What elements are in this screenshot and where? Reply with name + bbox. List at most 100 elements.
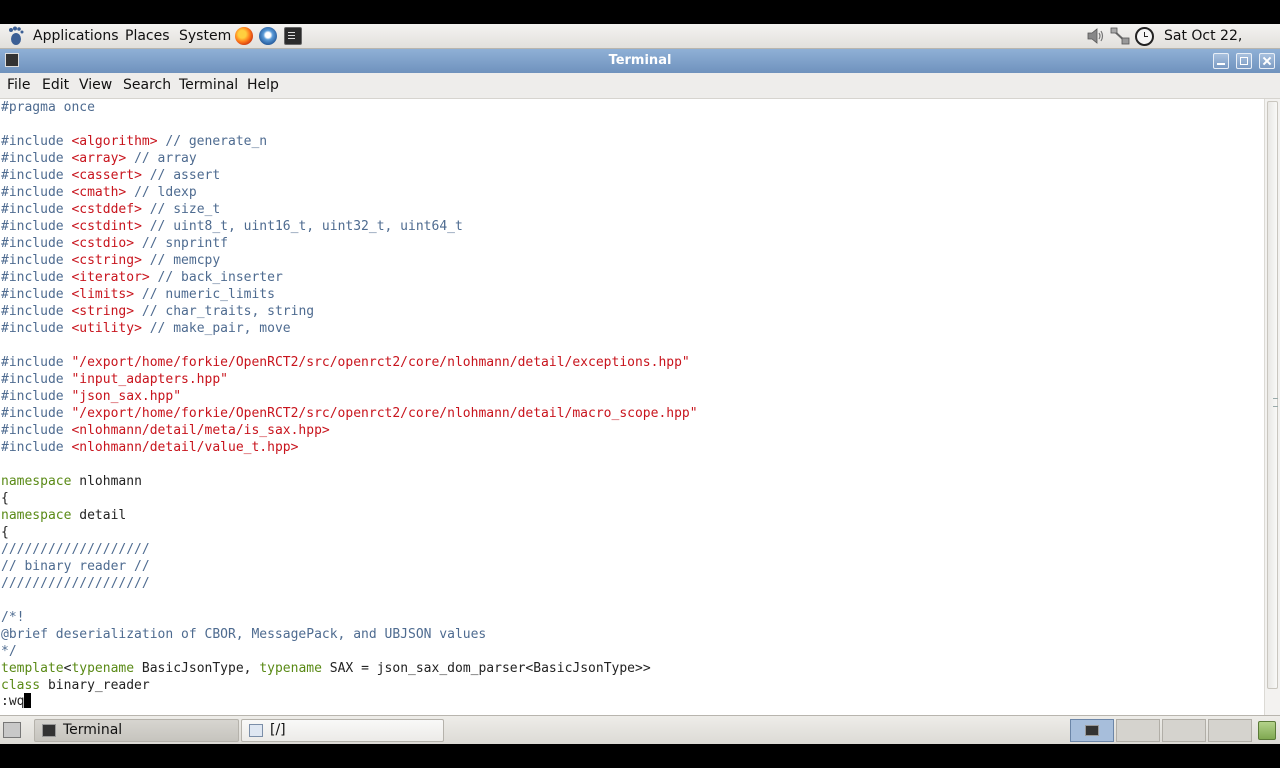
network-icon[interactable] — [1110, 27, 1130, 45]
task-label: Terminal — [63, 722, 123, 738]
menu-file[interactable]: File — [7, 77, 30, 93]
scrollbar-thumb[interactable] — [1267, 101, 1278, 689]
code-token: #include — [1, 168, 72, 183]
code-token: #include — [1, 440, 72, 455]
code-line: // binary reader // — [1, 558, 150, 575]
menu-terminal[interactable]: Terminal — [179, 77, 238, 93]
code-token: typename — [259, 661, 322, 676]
workspace-4[interactable] — [1208, 719, 1252, 742]
code-token: @brief deserialization of CBOR, MessageP… — [1, 627, 487, 642]
code-token: #include — [1, 134, 72, 149]
menubar: File Edit View Search Terminal Help — [0, 73, 1280, 99]
taskbar-terminal-button[interactable]: Terminal — [34, 719, 239, 742]
folder-icon — [249, 724, 263, 737]
task-label: [/] — [270, 722, 286, 738]
code-token: <nlohmann/detail/value_t.hpp> — [71, 440, 299, 455]
scrollbar-grip — [1273, 398, 1278, 407]
code-token: #include — [1, 304, 72, 319]
window-title: Terminal — [608, 53, 672, 68]
code-token: #include — [1, 423, 72, 438]
code-line: #include "/export/home/forkie/OpenRCT2/s… — [1, 354, 690, 371]
code-line: #include <nlohmann/detail/meta/is_sax.hp… — [1, 422, 330, 439]
workspace-1[interactable] — [1070, 719, 1114, 742]
taskbar-folder-button[interactable]: [/] — [241, 719, 444, 742]
code-token: /////////////////// — [1, 576, 150, 591]
code-token: { — [1, 491, 9, 506]
close-button[interactable] — [1259, 53, 1275, 69]
terminal-window: Terminal File Edit View Search Terminal … — [0, 49, 1280, 715]
code-token: // generate_n — [157, 134, 268, 149]
code-line: { — [1, 490, 9, 507]
code-line: #include <array> // array — [1, 150, 197, 167]
code-token: detail — [71, 508, 127, 523]
workspace-3[interactable] — [1162, 719, 1206, 742]
firefox-icon[interactable] — [235, 27, 253, 45]
window-menu-icon[interactable] — [5, 53, 19, 67]
bottom-letterbox — [0, 744, 1280, 768]
vertical-scrollbar[interactable] — [1264, 99, 1280, 715]
code-token: <algorithm> — [71, 134, 158, 149]
thunderbird-icon[interactable] — [259, 27, 277, 45]
maximize-button[interactable] — [1236, 53, 1252, 69]
code-token: // binary reader // — [1, 559, 150, 574]
code-token: "json_sax.hpp" — [71, 389, 182, 404]
code-token: #include — [1, 185, 72, 200]
code-token: // assert — [141, 168, 221, 183]
code-token: class — [1, 678, 41, 693]
code-token: /////////////////// — [1, 542, 150, 557]
code-token: // make_pair, move — [141, 321, 291, 336]
menu-edit[interactable]: Edit — [42, 77, 69, 93]
code-token: "/export/home/forkie/OpenRCT2/src/openrc… — [71, 406, 698, 421]
code-line: #include "json_sax.hpp" — [1, 388, 181, 405]
code-token: // uint8_t, uint16_t, uint32_t, uint64_t — [141, 219, 463, 234]
places-menu[interactable]: Places — [125, 24, 170, 48]
code-line: */ — [1, 643, 17, 660]
code-line: #include <cstddef> // size_t — [1, 201, 220, 218]
code-token: #include — [1, 202, 72, 217]
code-token: // memcpy — [141, 253, 221, 268]
code-token: // numeric_limits — [134, 287, 275, 302]
minimize-button[interactable] — [1213, 53, 1229, 69]
code-line: namespace nlohmann — [1, 473, 142, 490]
code-token: #include — [1, 151, 72, 166]
terminal-text-area[interactable]: #pragma once #include <algorithm> // gene… — [0, 99, 1264, 715]
top-letterbox — [0, 0, 1280, 24]
text-cursor — [24, 693, 32, 708]
code-line: class binary_reader — [1, 677, 150, 694]
gnome-foot-icon[interactable] — [7, 26, 25, 46]
volume-icon[interactable] — [1086, 27, 1106, 45]
code-token: <nlohmann/detail/meta/is_sax.hpp> — [71, 423, 330, 438]
menu-search[interactable]: Search — [123, 77, 171, 93]
command-text: :wq — [1, 694, 25, 709]
code-line: #include <string> // char_traits, string — [1, 303, 314, 320]
code-line: namespace detail — [1, 507, 126, 524]
applications-menu[interactable]: Applications — [33, 24, 119, 48]
code-token: <array> — [71, 151, 127, 166]
bottom-panel: Terminal [/] — [0, 715, 1280, 744]
code-line: #include <cassert> // assert — [1, 167, 220, 184]
code-line: #include <cmath> // ldexp — [1, 184, 197, 201]
code-token: // array — [126, 151, 197, 166]
code-token: // ldexp — [126, 185, 197, 200]
code-token: <limits> — [71, 287, 135, 302]
workspace-2[interactable] — [1116, 719, 1160, 742]
code-line: #include <utility> // make_pair, move — [1, 320, 291, 337]
code-line: /////////////////// — [1, 541, 150, 558]
code-token: // back_inserter — [149, 270, 283, 285]
trash-icon[interactable] — [1258, 721, 1276, 740]
code-token: <cstddef> — [71, 202, 142, 217]
window-titlebar[interactable]: Terminal — [0, 49, 1280, 73]
panel-clock[interactable]: Sat Oct 22, 03:00 — [1164, 24, 1280, 68]
code-token: #include — [1, 355, 72, 370]
code-token: // snprintf — [134, 236, 228, 251]
code-token: nlohmann — [71, 474, 142, 489]
menu-view[interactable]: View — [79, 77, 112, 93]
code-line: /*! — [1, 609, 24, 626]
code-token: #include — [1, 389, 72, 404]
menu-help[interactable]: Help — [247, 77, 279, 93]
code-line: #include <iterator> // back_inserter — [1, 269, 283, 286]
code-token: #include — [1, 253, 72, 268]
terminal-launcher-icon[interactable] — [284, 27, 302, 45]
show-desktop-icon[interactable] — [3, 722, 21, 738]
system-menu[interactable]: System — [179, 24, 231, 48]
